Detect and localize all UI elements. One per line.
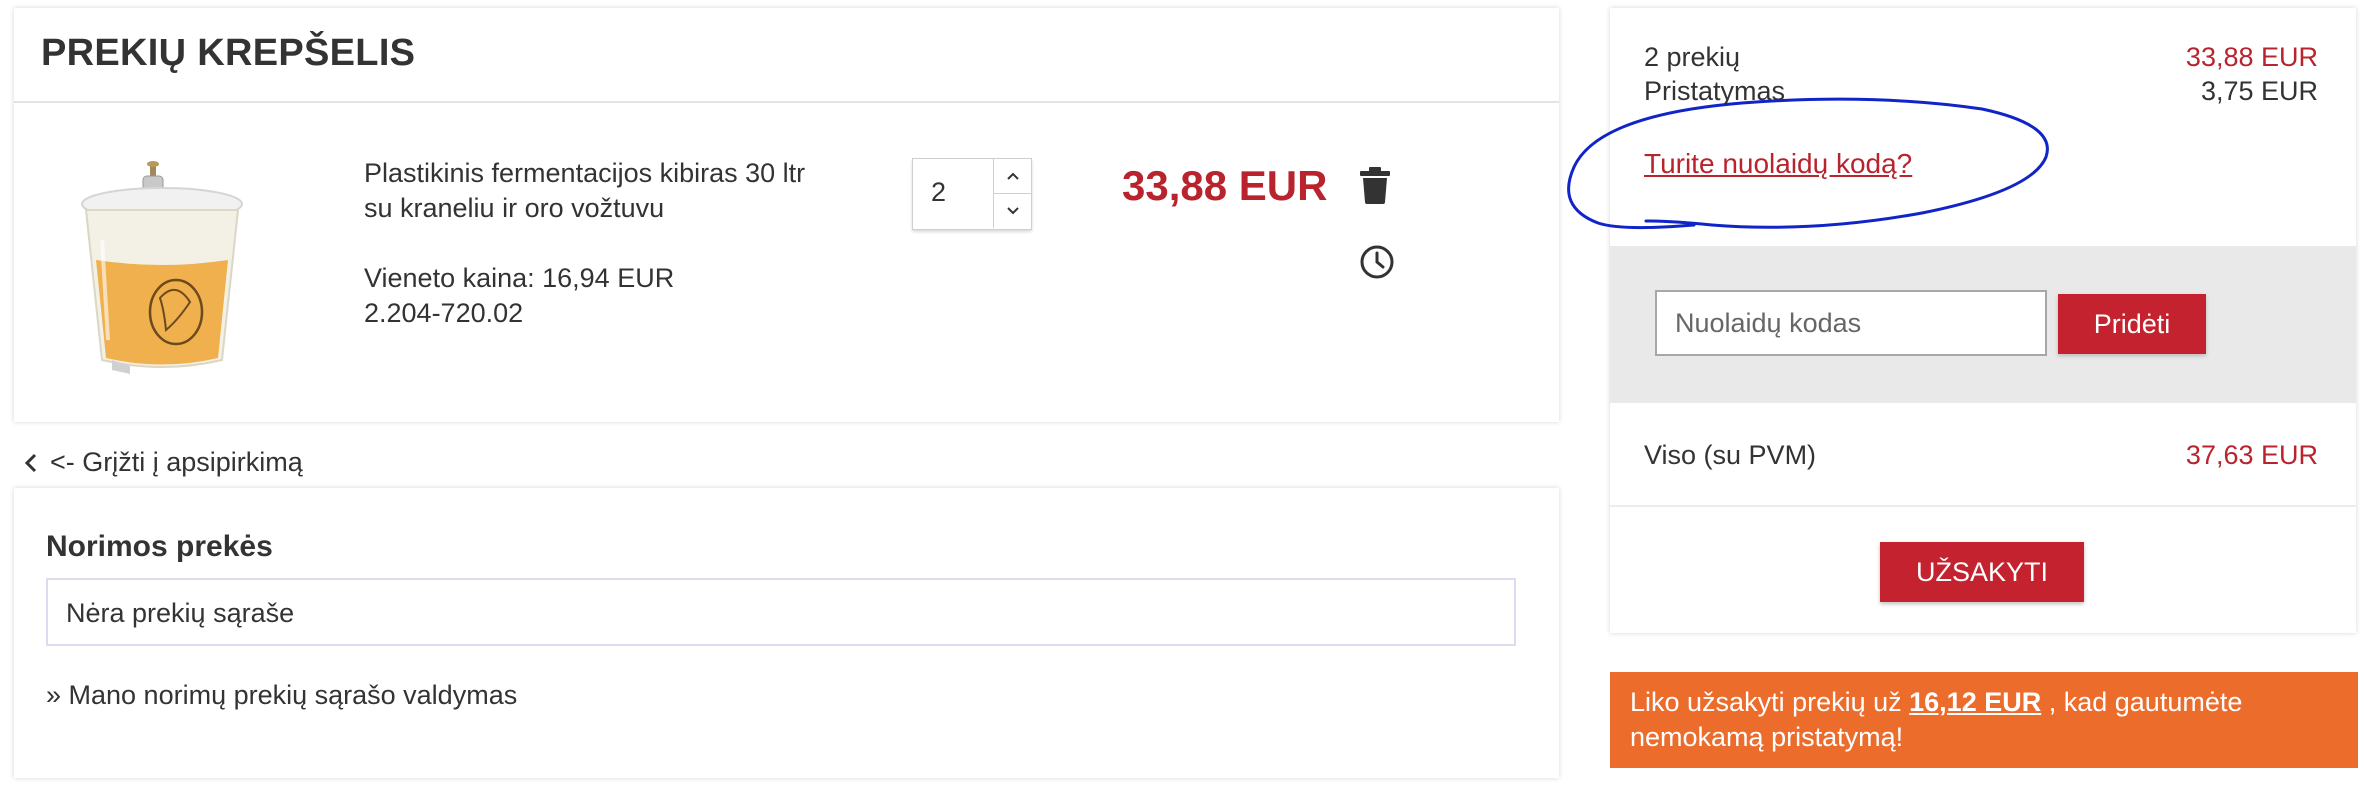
quantity-stepper[interactable]: 2	[912, 158, 1032, 230]
unit-price: Vieneto kaina: 16,94 EUR	[364, 263, 675, 293]
chevron-down-icon	[1006, 207, 1019, 215]
discount-code-input[interactable]	[1655, 290, 2047, 356]
clock-icon[interactable]	[1359, 244, 1395, 280]
items-count-label: 2 prekių	[1644, 42, 1741, 72]
chevron-left-icon	[24, 453, 37, 472]
banner-amount: 16,12 EUR	[1909, 687, 2042, 717]
discount-code-link[interactable]: Turite nuolaidų kodą?	[1644, 148, 1912, 180]
quantity-decrease-button[interactable]	[993, 194, 1031, 228]
quantity-value[interactable]: 2	[931, 177, 946, 208]
banner-prefix: Liko užsakyti prekių už	[1630, 687, 1902, 717]
shipping-value: 3,75 EUR	[2200, 76, 2318, 106]
back-link-label: <- Grįžti į apsipirkimą	[50, 447, 303, 477]
total-label: Viso (su PVM)	[1644, 440, 1817, 470]
wishlist-manage-link[interactable]: » Mano norimų prekių sąrašo valdymas	[46, 680, 517, 711]
product-sku: 2.204-720.02	[364, 298, 524, 328]
order-button[interactable]: UŽSAKYTI	[1880, 542, 2084, 602]
back-to-shopping-link[interactable]: <- Grįžti į apsipirkimą	[22, 447, 303, 478]
total-divider	[1610, 505, 2356, 507]
add-discount-button[interactable]: Pridėti	[2058, 294, 2206, 354]
order-summary-card: 2 prekių 33,88 EUR Pristatymas 3,75 EUR …	[1610, 8, 2356, 633]
quantity-increase-button[interactable]	[993, 159, 1031, 194]
shipping-label: Pristatymas	[1644, 76, 1786, 106]
cart-card: PREKIŲ KREPŠELIS Plastikinis fermentacij…	[14, 8, 1559, 422]
wishlist-title: Norimos prekės	[46, 530, 273, 563]
line-total-price: 33,88 EUR	[1122, 162, 1328, 209]
free-shipping-banner: Liko užsakyti prekių už 16,12 EUR , kad …	[1610, 672, 2358, 768]
product-name[interactable]: Plastikinis fermentacijos kibiras 30 ltr…	[364, 156, 814, 226]
wishlist-card: Norimos prekės Nėra prekių sąraše » Mano…	[14, 488, 1559, 778]
discount-panel: Pridėti	[1610, 246, 2356, 403]
items-total-value: 33,88 EUR	[2185, 42, 2318, 72]
cart-divider	[14, 101, 1559, 103]
cart-title: PREKIŲ KREPŠELIS	[41, 32, 416, 74]
total-value: 37,63 EUR	[2185, 440, 2318, 470]
trash-icon[interactable]	[1359, 166, 1391, 204]
product-image[interactable]	[72, 160, 252, 376]
chevron-up-icon	[1006, 172, 1019, 180]
wishlist-empty-text: Nėra prekių sąraše	[66, 598, 295, 628]
wishlist-box: Nėra prekių sąraše	[46, 578, 1516, 646]
